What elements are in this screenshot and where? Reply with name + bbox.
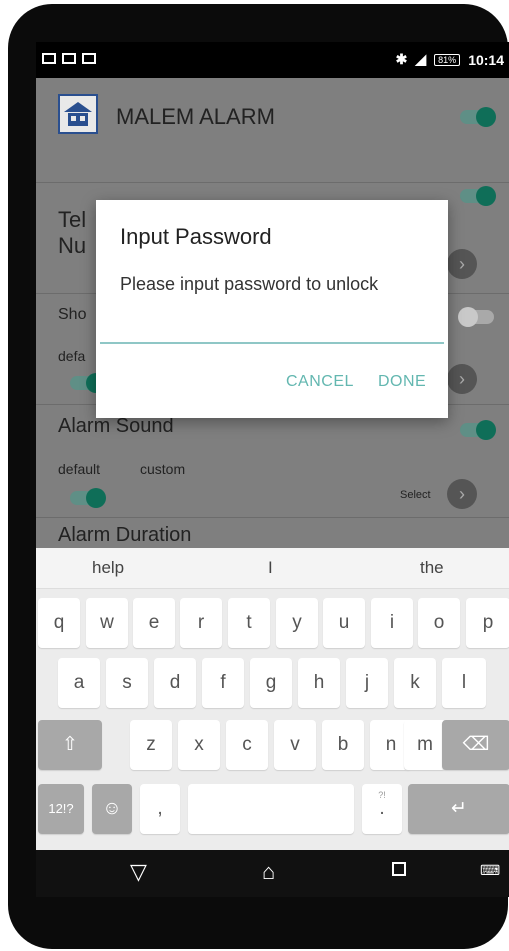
show-default-label: defa: [58, 348, 86, 364]
key-b[interactable]: b: [322, 720, 364, 770]
chat-icon: [82, 53, 96, 64]
key-u[interactable]: u: [323, 598, 365, 648]
recents-icon[interactable]: [392, 862, 406, 876]
password-dialog: Input Password Please input password to …: [96, 200, 448, 418]
key-p[interactable]: p: [466, 598, 509, 648]
navigation-bar: ▽ ⌂ ⌨: [36, 850, 509, 897]
alarm-sound-label: Alarm Sound: [58, 415, 174, 437]
suggestion-1[interactable]: help: [92, 558, 124, 578]
period-hint: ?!: [378, 790, 386, 800]
notification-icon: [42, 53, 56, 64]
key-q[interactable]: q: [38, 598, 80, 648]
toggle-knob: [476, 186, 496, 206]
key-j[interactable]: j: [346, 658, 388, 708]
key-d[interactable]: d: [154, 658, 196, 708]
dialog-title: Input Password: [120, 224, 272, 249]
suggestion-strip: help I the: [36, 548, 509, 589]
alarm-sound-row: Alarm Sound default custom Select ›: [36, 405, 509, 518]
back-icon[interactable]: ▽: [130, 859, 147, 885]
comma-key[interactable]: ,: [140, 784, 180, 834]
clock: 10:14: [468, 51, 504, 68]
show-select-arrow-icon[interactable]: ›: [447, 364, 477, 394]
key-s[interactable]: s: [106, 658, 148, 708]
key-o[interactable]: o: [418, 598, 460, 648]
key-i[interactable]: i: [371, 598, 413, 648]
telephone-label-line1: Tel: [58, 207, 87, 232]
backspace-key[interactable]: ⌫: [442, 720, 509, 770]
alarm-duration-row: Alarm Duration: [36, 518, 509, 548]
key-m[interactable]: m: [404, 720, 446, 770]
enter-key[interactable]: ↵: [408, 784, 509, 834]
telephone-toggle[interactable]: [460, 186, 496, 206]
key-c[interactable]: c: [226, 720, 268, 770]
keyboard: help I the q w e r t y u i o p a s d f g…: [36, 548, 509, 850]
phone-frame: ✱ ◢ 81% 10:14 MALEM ALARM Tel Nu › Sho d…: [8, 4, 509, 949]
key-k[interactable]: k: [394, 658, 436, 708]
show-toggle[interactable]: [458, 307, 494, 327]
shift-key[interactable]: ⇧: [38, 720, 102, 770]
dialog-message: Please input password to unlock: [120, 274, 379, 294]
key-t[interactable]: t: [228, 598, 270, 648]
key-z[interactable]: z: [130, 720, 172, 770]
password-input-underline: [100, 342, 444, 344]
key-f[interactable]: f: [202, 658, 244, 708]
show-label: Sho: [58, 306, 87, 323]
key-v[interactable]: v: [274, 720, 316, 770]
battery-indicator: 81%: [434, 53, 461, 66]
telephone-select-arrow-icon[interactable]: ›: [447, 249, 477, 279]
alarm-duration-label: Alarm Duration: [58, 524, 192, 546]
master-toggle[interactable]: [460, 107, 496, 127]
signal-icon: ◢: [415, 51, 427, 67]
key-e[interactable]: e: [133, 598, 175, 648]
key-h[interactable]: h: [298, 658, 340, 708]
space-key[interactable]: [188, 784, 354, 834]
password-input[interactable]: [100, 312, 444, 342]
keyboard-icon[interactable]: ⌨: [480, 862, 500, 879]
screen: ✱ ◢ 81% 10:14 MALEM ALARM Tel Nu › Sho d…: [36, 42, 509, 897]
toggle-knob: [476, 107, 496, 127]
toggle-knob: [86, 488, 106, 508]
symbols-key[interactable]: 12!?: [38, 784, 84, 834]
alarm-sound-default-label: default: [58, 461, 101, 477]
alarm-sound-toggle[interactable]: [460, 420, 496, 440]
app-title: MALEM ALARM: [116, 104, 275, 129]
message-icon: [62, 53, 76, 64]
key-r[interactable]: r: [180, 598, 222, 648]
bluetooth-icon: ✱: [395, 51, 408, 67]
key-y[interactable]: y: [276, 598, 318, 648]
period-key[interactable]: ?! .: [362, 784, 402, 834]
key-l[interactable]: l: [442, 658, 486, 708]
alarm-sound-select-label: Select: [400, 489, 431, 501]
toggle-knob: [458, 307, 478, 327]
alarm-sound-custom-label: custom: [140, 461, 186, 477]
done-button[interactable]: DONE: [378, 373, 426, 391]
app-logo-icon: [58, 94, 98, 134]
telephone-label-line2: Nu: [58, 233, 87, 258]
alarm-sound-select-arrow-icon[interactable]: ›: [447, 479, 477, 509]
home-icon[interactable]: ⌂: [262, 859, 275, 885]
key-g[interactable]: g: [250, 658, 292, 708]
key-w[interactable]: w: [86, 598, 128, 648]
suggestion-3[interactable]: the: [420, 558, 444, 578]
toggle-knob: [476, 420, 496, 440]
key-a[interactable]: a: [58, 658, 100, 708]
alarm-sound-default-toggle[interactable]: [70, 488, 106, 508]
status-right: ✱ ◢ 81% 10:14: [396, 51, 504, 68]
suggestion-2[interactable]: I: [268, 558, 273, 578]
status-left-icons: [42, 53, 96, 64]
status-bar: ✱ ◢ 81% 10:14: [36, 42, 509, 78]
app-header-row: MALEM ALARM: [36, 78, 509, 183]
cancel-button[interactable]: CANCEL: [286, 373, 354, 391]
key-x[interactable]: x: [178, 720, 220, 770]
emoji-key[interactable]: ☺: [92, 784, 132, 834]
